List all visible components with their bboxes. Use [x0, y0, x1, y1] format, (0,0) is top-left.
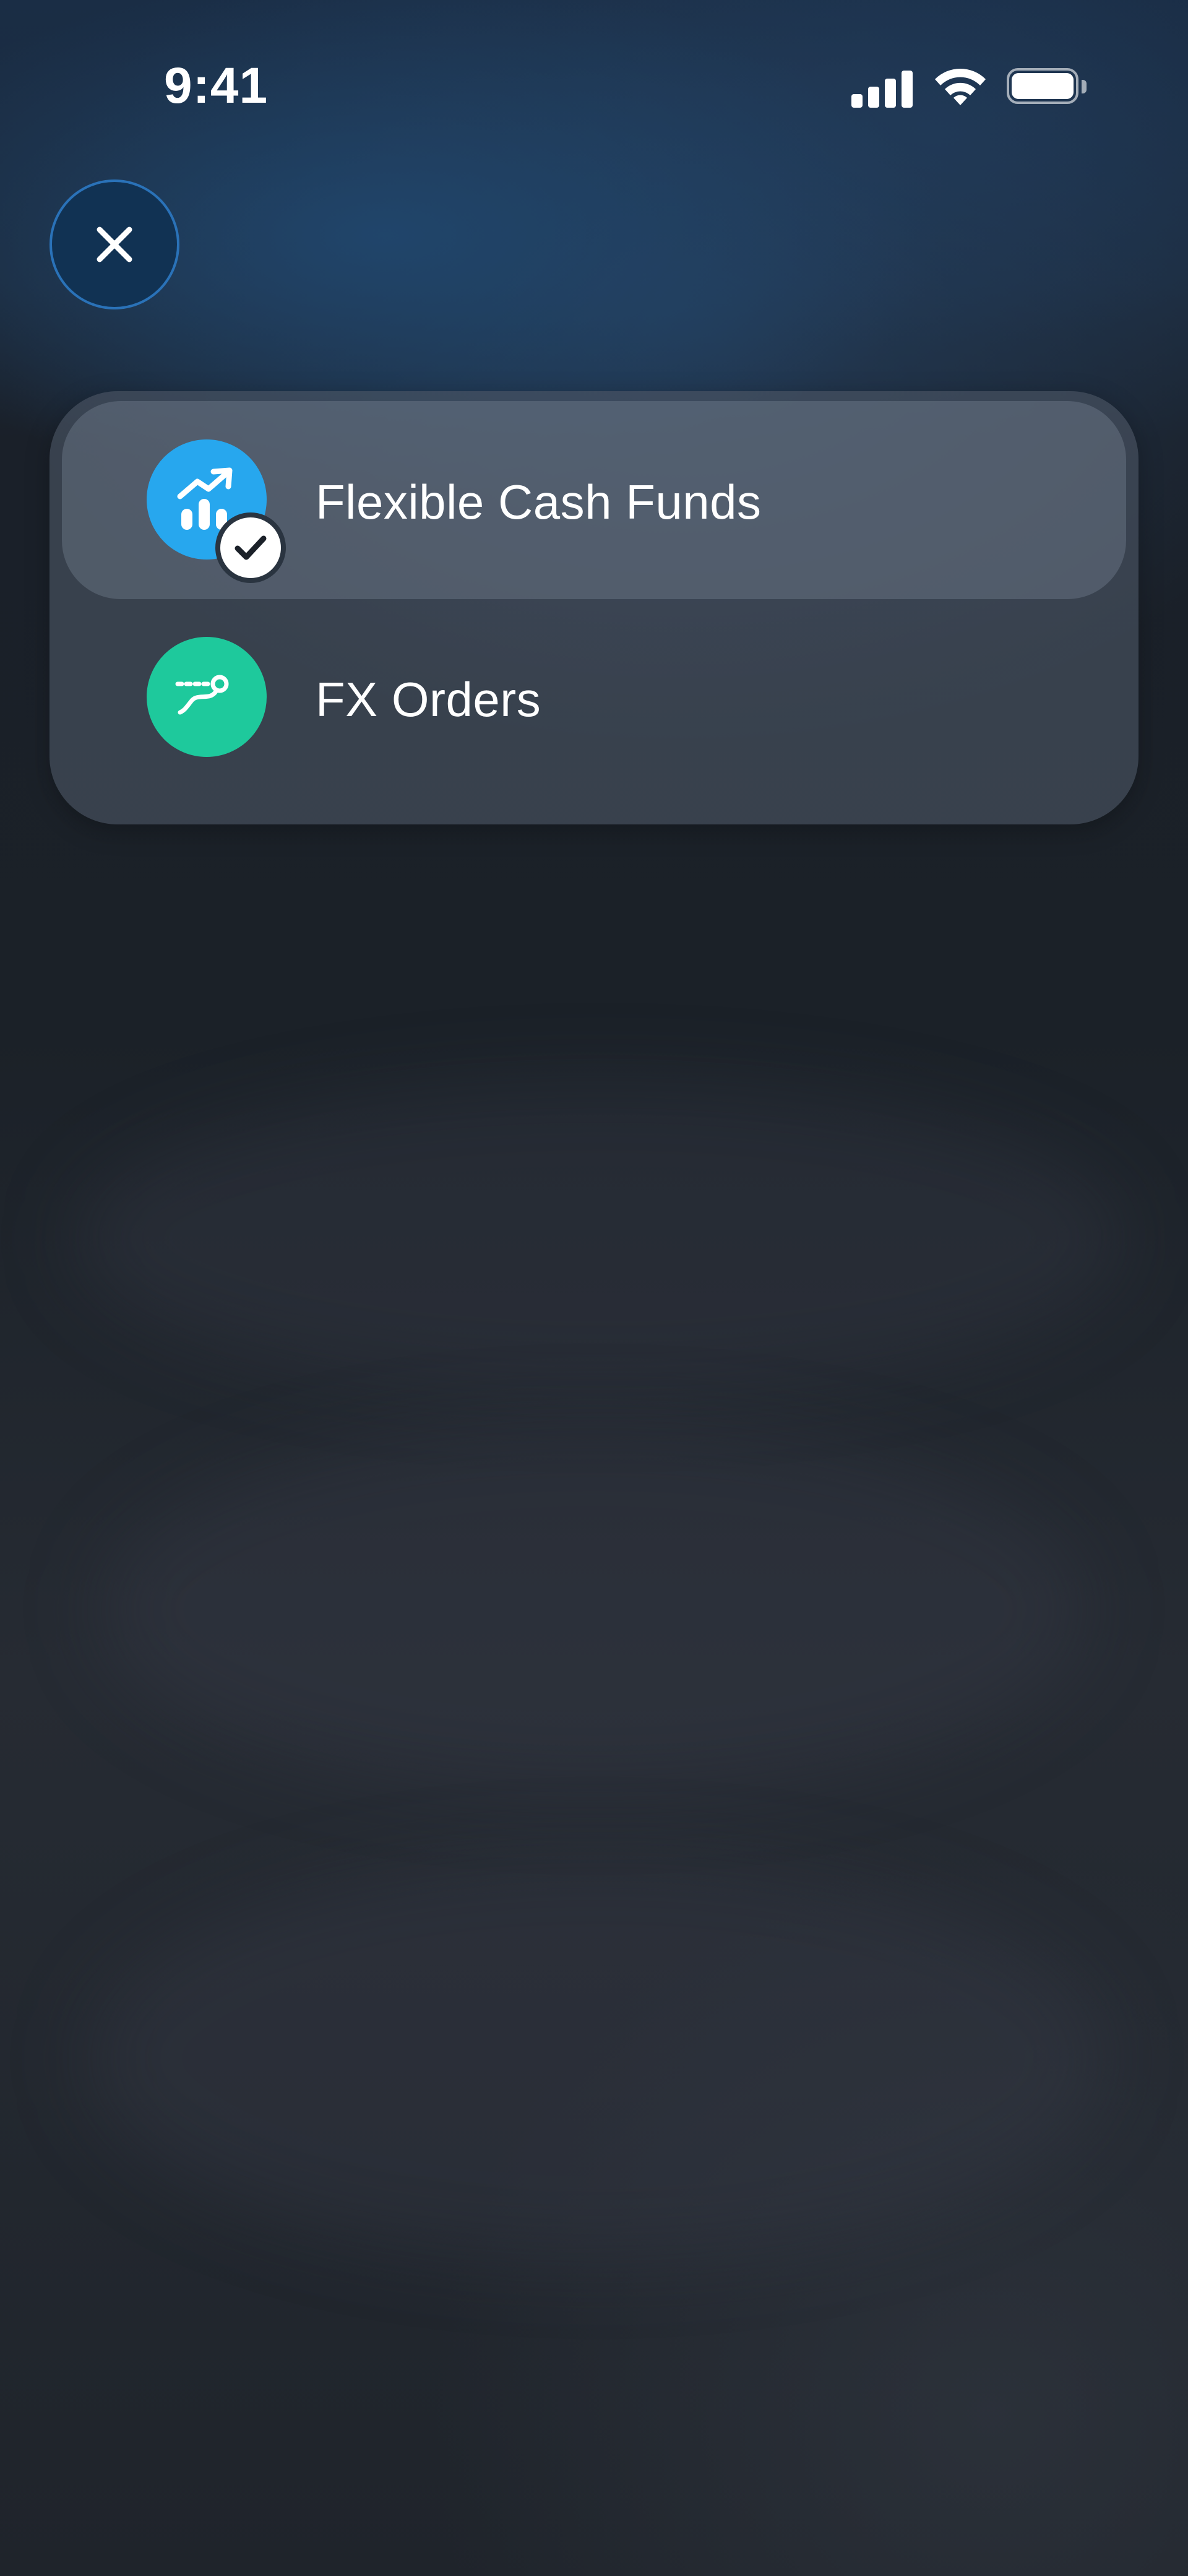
selected-checkmark-badge — [215, 512, 286, 583]
background-blur — [87, 1857, 1108, 2259]
menu-item-label: Flexible Cash Funds — [316, 475, 762, 529]
cellular-signal-icon — [851, 69, 913, 108]
status-bar: 9:41 — [0, 0, 1188, 155]
battery-icon — [1007, 68, 1087, 106]
background-blur — [74, 1083, 1126, 1393]
checkmark-icon — [235, 535, 267, 560]
close-button[interactable] — [50, 179, 179, 309]
status-time: 9:41 — [164, 58, 269, 114]
route-icon — [147, 637, 267, 757]
background — [0, 0, 1188, 2576]
background-blur — [99, 1424, 1089, 1795]
menu-item-fx-orders[interactable]: FX Orders — [62, 609, 1126, 807]
wifi-icon — [935, 69, 986, 105]
product-menu: Flexible Cash Funds FX Orders — [50, 391, 1138, 824]
menu-item-flexible-cash-funds[interactable]: Flexible Cash Funds — [62, 401, 1126, 599]
close-icon — [97, 227, 132, 262]
menu-item-label: FX Orders — [316, 672, 541, 727]
